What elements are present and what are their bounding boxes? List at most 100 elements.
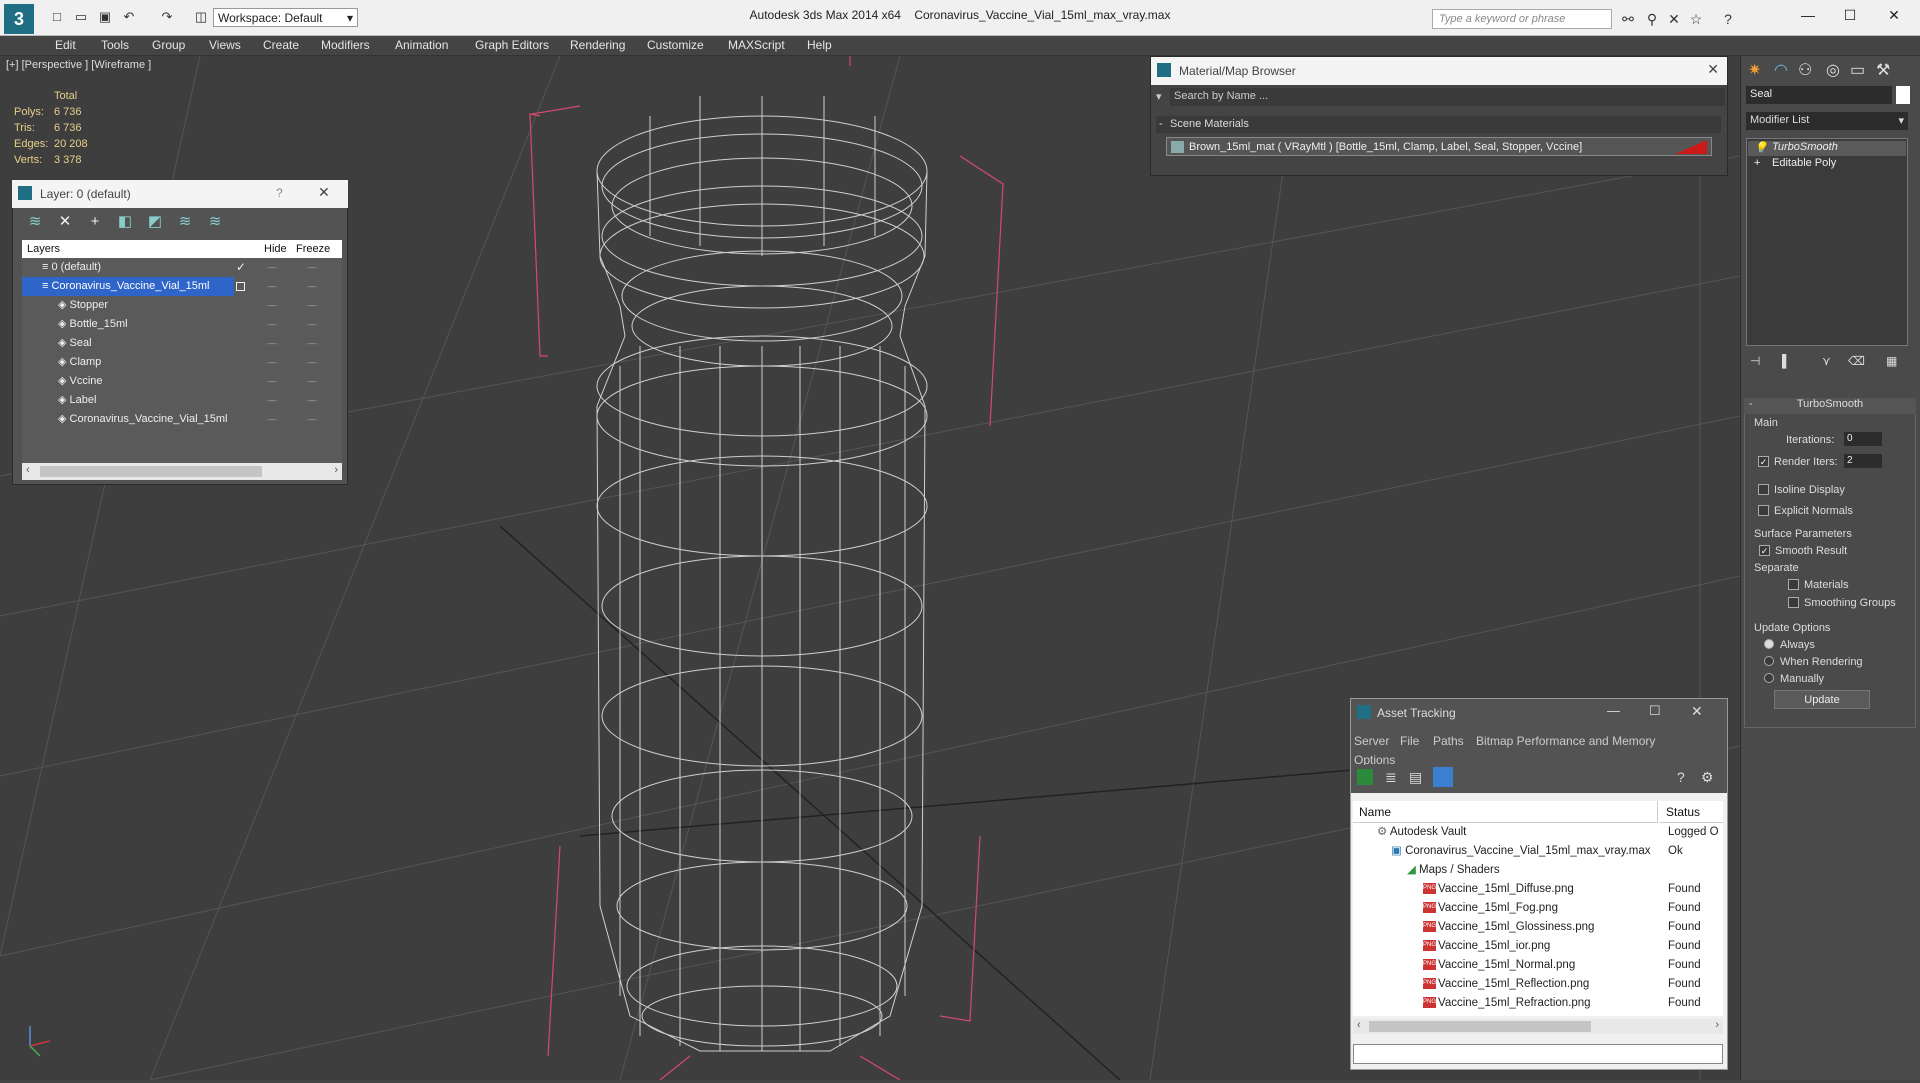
delete-layer-icon[interactable]: ✕ — [55, 212, 75, 232]
object-row[interactable]: ◈ Seal — [22, 334, 234, 353]
smoothing-groups-checkbox[interactable] — [1788, 597, 1799, 608]
object-color-swatch[interactable] — [1896, 86, 1910, 104]
list-view-icon[interactable]: ≣ — [1385, 769, 1397, 786]
freeze-toggle[interactable]: — — [302, 277, 322, 296]
freeze-toggle[interactable]: — — [302, 372, 322, 391]
when-rendering-radio[interactable] — [1764, 656, 1774, 666]
rollout-title[interactable]: - TurboSmooth — [1744, 398, 1916, 414]
layer-row-selected[interactable]: ≡ Coronavirus_Vaccine_Vial_15ml — [22, 277, 234, 296]
stack-item-editable-poly[interactable]: + Editable Poly — [1748, 157, 1906, 172]
select-objects-icon[interactable]: ◧ — [115, 212, 135, 232]
expand-icon[interactable]: + — [1754, 157, 1760, 169]
asset-row[interactable]: PNG Vaccine_15ml_Fog.png Found — [1353, 899, 1723, 918]
asset-row[interactable]: ◢ Maps / Shaders — [1353, 861, 1723, 880]
material-browser-header[interactable]: Material/Map Browser ✕ — [1151, 57, 1727, 85]
col-layers[interactable]: Layers — [27, 243, 60, 255]
new-layer-icon[interactable]: ≋ — [25, 212, 45, 232]
hide-toggle[interactable]: — — [262, 258, 282, 277]
col-name[interactable]: Name — [1353, 801, 1658, 823]
object-row[interactable]: ◈ Stopper — [22, 296, 234, 315]
menu-rendering[interactable]: Rendering — [570, 38, 625, 52]
col-freeze[interactable]: Freeze — [296, 243, 330, 255]
scroll-left-icon[interactable]: ‹ — [1357, 1019, 1361, 1031]
hide-toggle[interactable]: — — [262, 315, 282, 334]
hide-all-layers-icon[interactable]: ≋ — [175, 212, 195, 232]
set-current-layer-icon[interactable] — [236, 282, 245, 291]
pin-stack-icon[interactable]: ⊣ — [1750, 354, 1760, 368]
hide-toggle[interactable]: — — [262, 353, 282, 372]
options-dropdown-icon[interactable]: ▾ — [1156, 90, 1162, 103]
communication-icon[interactable]: ✕ — [1664, 9, 1684, 29]
menu-help[interactable]: Help — [807, 38, 832, 52]
menu-edit[interactable]: Edit — [55, 38, 76, 52]
menu-tools[interactable]: Tools — [101, 38, 129, 52]
hide-toggle[interactable]: — — [262, 296, 282, 315]
motion-tab-icon[interactable]: ◎ — [1826, 60, 1840, 80]
object-row[interactable]: ◈ Bottle_15ml — [22, 315, 234, 334]
table-view-icon[interactable] — [1433, 767, 1453, 787]
utilities-tab-icon[interactable]: ⚒ — [1876, 60, 1890, 80]
menu-group[interactable]: Group — [152, 38, 185, 52]
layer-row[interactable]: ≡ 0 (default) — [22, 258, 234, 277]
asset-path-field[interactable] — [1353, 1044, 1723, 1064]
make-unique-icon[interactable]: ⋎ — [1822, 354, 1831, 368]
menu-paths[interactable]: Paths — [1433, 734, 1464, 748]
object-name-field[interactable]: Seal — [1746, 86, 1892, 104]
collapse-icon[interactable]: - — [1159, 118, 1163, 130]
favorites-star-icon[interactable]: ☆ — [1686, 9, 1706, 29]
asset-row[interactable]: PNG Vaccine_15ml_Normal.png Found — [1353, 956, 1723, 975]
asset-row[interactable]: PNG Vaccine_15ml_Diffuse.png Found — [1353, 880, 1723, 899]
asset-row[interactable]: PNG Vaccine_15ml_Glossiness.png Found — [1353, 918, 1723, 937]
help-icon[interactable]: ? — [276, 186, 283, 200]
scroll-right-icon[interactable]: › — [1715, 1019, 1719, 1031]
freeze-toggle[interactable]: — — [302, 391, 322, 410]
render-iters-spinner[interactable]: 2 — [1844, 454, 1882, 468]
hide-toggle[interactable]: — — [262, 334, 282, 353]
col-status[interactable]: Status — [1660, 801, 1723, 823]
menu-customize[interactable]: Customize — [647, 38, 704, 52]
freeze-toggle[interactable]: — — [302, 296, 322, 315]
freeze-toggle[interactable]: — — [302, 410, 322, 429]
hierarchy-tab-icon[interactable]: ⚇ — [1798, 60, 1812, 80]
menu-animation[interactable]: Animation — [395, 38, 448, 52]
hide-toggle[interactable]: — — [262, 277, 282, 296]
active-layer-check-icon[interactable]: ✓ — [236, 260, 246, 274]
freeze-all-layers-icon[interactable]: ≋ — [205, 212, 225, 232]
help-icon[interactable]: ? — [1677, 769, 1685, 785]
binoculars-icon[interactable]: ⚯ — [1618, 9, 1638, 29]
menu-server[interactable]: Server — [1354, 734, 1389, 748]
stack-item-turbosmooth[interactable]: 💡 TurboSmooth — [1748, 141, 1906, 156]
menu-maxscript[interactable]: MAXScript — [728, 38, 785, 52]
thumbnail-view-icon[interactable]: ▤ — [1409, 769, 1422, 786]
hide-toggle[interactable]: — — [262, 372, 282, 391]
subscription-icon[interactable]: ⚲ — [1642, 9, 1662, 29]
help-icon[interactable]: ? — [1718, 9, 1738, 29]
object-row[interactable]: ◈ Coronavirus_Vaccine_Vial_15ml — [22, 410, 234, 429]
close-icon[interactable]: ✕ — [1707, 61, 1719, 78]
freeze-toggle[interactable]: — — [302, 334, 322, 353]
asset-horizontal-scrollbar[interactable]: ‹ › — [1353, 1019, 1723, 1034]
freeze-toggle[interactable]: — — [302, 353, 322, 372]
scene-materials-group[interactable]: - Scene Materials — [1156, 116, 1721, 133]
menu-file[interactable]: File — [1400, 734, 1419, 748]
menu-create[interactable]: Create — [263, 38, 299, 52]
isoline-display-checkbox[interactable] — [1758, 484, 1769, 495]
hide-toggle[interactable]: — — [262, 391, 282, 410]
maximize-icon[interactable]: ☐ — [1649, 703, 1661, 719]
render-iters-checkbox[interactable]: ✓ — [1758, 456, 1769, 467]
minimize-icon[interactable]: — — [1788, 4, 1828, 26]
viewport-label[interactable]: [+] [Perspective ] [Wireframe ] — [6, 59, 151, 71]
object-row[interactable]: ◈ Clamp — [22, 353, 234, 372]
remove-modifier-icon[interactable]: ⌫ — [1848, 354, 1865, 368]
modifier-list-dropdown[interactable]: Modifier List ▾ — [1746, 112, 1908, 130]
settings-icon[interactable]: ⚙ — [1701, 769, 1714, 786]
bulb-icon[interactable]: 💡 — [1754, 141, 1768, 154]
smooth-result-checkbox[interactable]: ✓ — [1759, 545, 1770, 556]
maximize-icon[interactable]: ☐ — [1830, 4, 1870, 26]
always-radio[interactable] — [1764, 639, 1774, 649]
material-item[interactable]: Brown_15ml_mat ( VRayMtl ) [Bottle_15ml,… — [1166, 137, 1712, 156]
close-icon[interactable]: ✕ — [318, 184, 330, 201]
minimize-icon[interactable]: — — [1607, 703, 1620, 718]
collapse-icon[interactable]: - — [1749, 398, 1753, 410]
menu-modifiers[interactable]: Modifiers — [321, 38, 370, 52]
